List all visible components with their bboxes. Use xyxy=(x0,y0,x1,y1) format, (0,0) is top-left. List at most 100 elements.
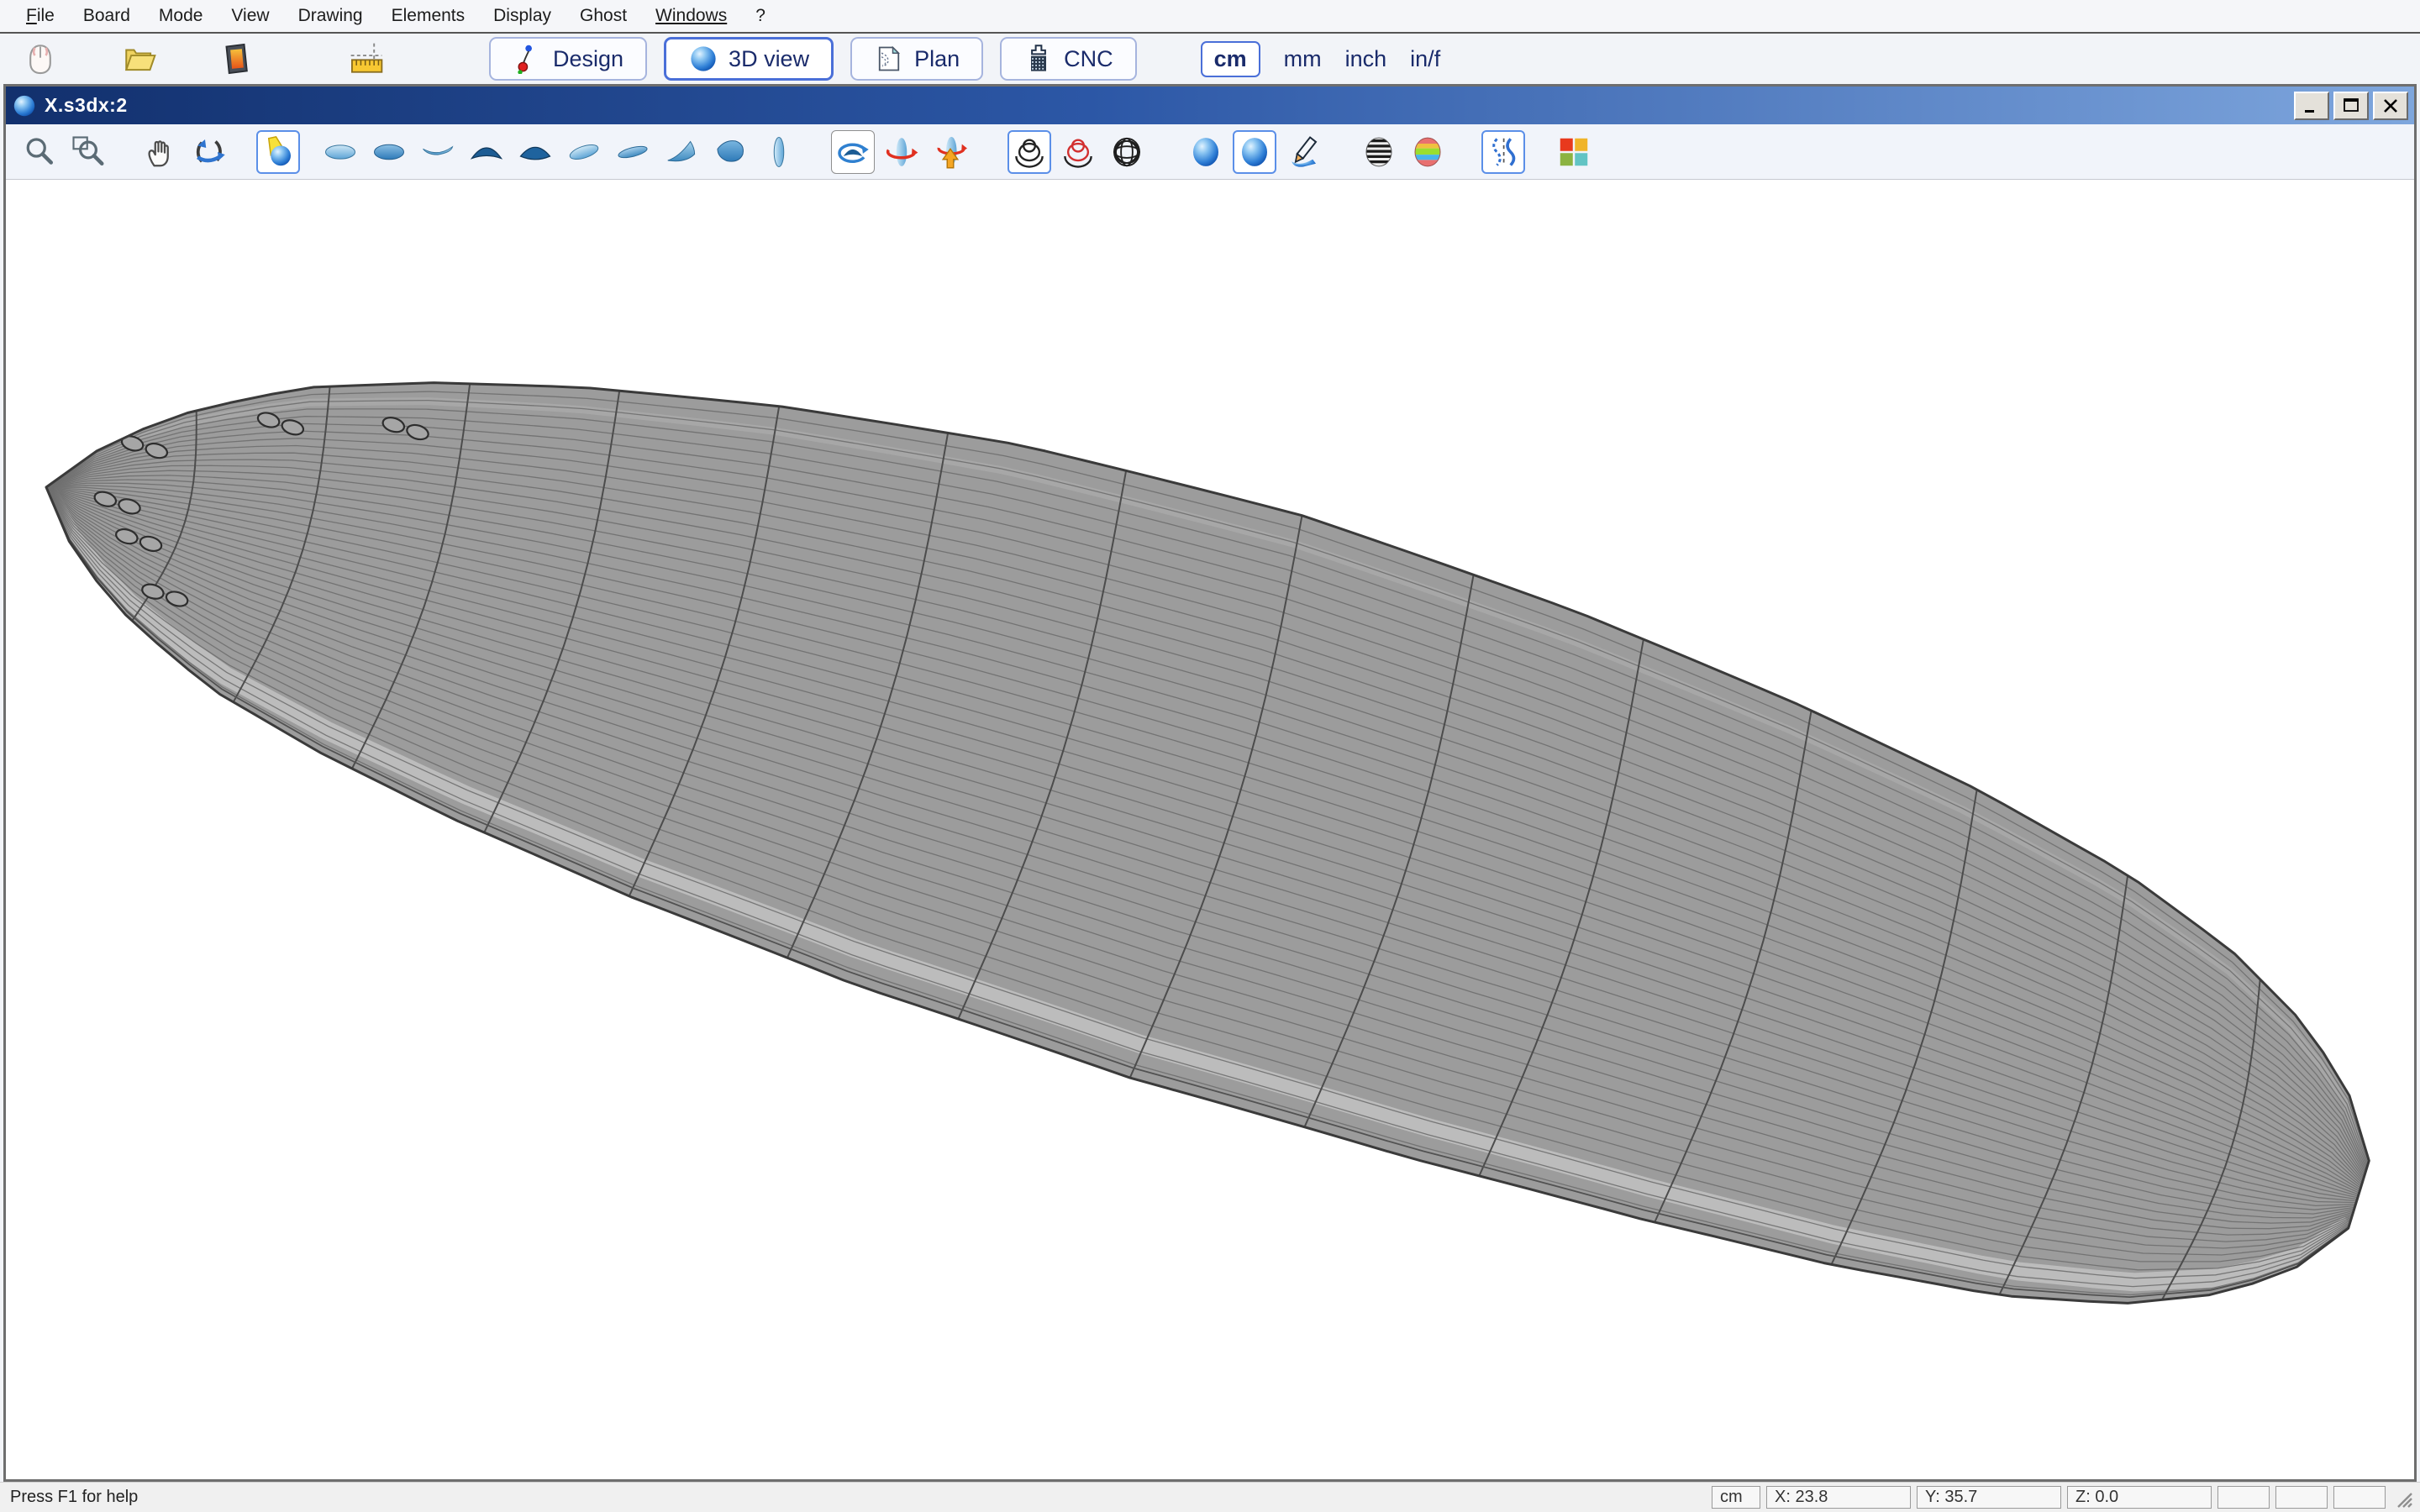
color-palette-button[interactable] xyxy=(1552,130,1596,174)
menu-elements[interactable]: Elements xyxy=(377,6,480,26)
status-x-coordinate: X: 23.8 xyxy=(1766,1486,1911,1509)
open-folder-icon xyxy=(122,41,157,76)
unit-in-f-button[interactable]: in/f xyxy=(1410,46,1440,72)
save-button[interactable] xyxy=(212,38,259,80)
view-section-front-icon xyxy=(470,135,503,169)
window-title: X.s3dx:2 xyxy=(45,94,128,117)
contour-lines-red-button[interactable] xyxy=(1056,130,1100,174)
view-bottom-button[interactable] xyxy=(367,130,411,174)
unit-mm-button[interactable]: mm xyxy=(1284,46,1322,72)
zoom-button[interactable] xyxy=(18,130,61,174)
menu-bar: FileBoardModeViewDrawingElementsDisplayG… xyxy=(0,0,2420,34)
view-deck-icon xyxy=(324,135,357,169)
curvature-map-button[interactable] xyxy=(1406,130,1449,174)
rotate-flip-icon xyxy=(836,135,870,169)
light-render-button[interactable] xyxy=(256,130,300,174)
board-3d-viewport[interactable] xyxy=(6,180,2414,1479)
menu-ghost[interactable]: Ghost xyxy=(566,6,641,26)
plan-document-icon xyxy=(874,44,904,74)
window-minimize-button[interactable] xyxy=(2294,92,2329,120)
view-section-front-button[interactable] xyxy=(465,130,508,174)
menu-display[interactable]: Display xyxy=(479,6,566,26)
view-rocker-icon xyxy=(421,135,455,169)
zoom-window-icon xyxy=(71,135,105,169)
mouse-tool-icon xyxy=(23,41,58,76)
render-sphere-icon xyxy=(1189,135,1223,169)
wireframe-sphere-button[interactable] xyxy=(1105,130,1149,174)
mouse-tool-button[interactable] xyxy=(17,38,64,80)
rotate-horizontal-icon xyxy=(885,135,918,169)
zebra-stripes-button[interactable] xyxy=(1357,130,1401,174)
view-rocker-button[interactable] xyxy=(416,130,460,174)
plan-button[interactable]: Plan xyxy=(850,37,983,81)
view-perspective-deck-icon xyxy=(567,135,601,169)
open-folder-button[interactable] xyxy=(116,38,163,80)
rotate-vertical-icon xyxy=(934,135,967,169)
status-z-coordinate: Z: 0.0 xyxy=(2067,1486,2212,1509)
view-outline-icon xyxy=(762,135,796,169)
save-icon xyxy=(218,41,253,76)
cnc-button[interactable]: CNC xyxy=(1000,37,1137,81)
board-model xyxy=(46,383,2369,1304)
symmetry-button[interactable] xyxy=(1481,130,1525,174)
view-perspective-bottom-button[interactable] xyxy=(611,130,655,174)
view-quarter-front-button[interactable] xyxy=(660,130,703,174)
menu-mode[interactable]: Mode xyxy=(145,6,218,26)
unit-inch-button[interactable]: inch xyxy=(1345,46,1387,72)
rotate-horizontal-button[interactable] xyxy=(880,130,923,174)
contour-lines-icon xyxy=(1013,135,1046,169)
status-empty-slot xyxy=(2275,1486,2328,1509)
resize-grip[interactable] xyxy=(2391,1487,2413,1509)
status-bar: Press F1 for help cmX: 23.8Y: 35.7Z: 0.0 xyxy=(0,1482,2420,1512)
edit-pencil-button[interactable] xyxy=(1281,130,1325,174)
maximize-icon xyxy=(2341,97,2361,115)
curvature-map-icon xyxy=(1411,135,1444,169)
document-window: X.s3dx:2 xyxy=(3,84,2417,1482)
view-bottom-icon xyxy=(372,135,406,169)
mode-button-label: CNC xyxy=(1064,46,1113,72)
render-sphere-button[interactable] xyxy=(1184,130,1228,174)
unit-cm-button[interactable]: cm xyxy=(1201,41,1260,77)
rotate-vertical-button[interactable] xyxy=(929,130,972,174)
status-empty-slot xyxy=(2333,1486,2386,1509)
view-section-back-button[interactable] xyxy=(513,130,557,174)
view-toolbar xyxy=(6,124,2414,180)
view-deck-button[interactable] xyxy=(318,130,362,174)
mode-button-label: 3D view xyxy=(729,46,809,72)
zoom-icon xyxy=(23,135,56,169)
orbit-rotate-button[interactable] xyxy=(187,130,231,174)
window-maximize-button[interactable] xyxy=(2333,92,2369,120)
menu-drawing[interactable]: Drawing xyxy=(284,6,377,26)
sphere-icon xyxy=(688,44,718,74)
menu-file[interactable]: File xyxy=(12,6,69,26)
zoom-window-button[interactable] xyxy=(66,130,110,174)
close-icon xyxy=(2381,97,2401,115)
minimize-icon xyxy=(2302,97,2322,115)
pan-hand-icon xyxy=(144,135,177,169)
menu-view[interactable]: View xyxy=(217,6,283,26)
contour-lines-button[interactable] xyxy=(1007,130,1051,174)
window-close-button[interactable] xyxy=(2373,92,2408,120)
view-perspective-bottom-icon xyxy=(616,135,650,169)
measure-ruler-button[interactable] xyxy=(343,38,390,80)
zebra-stripes-icon xyxy=(1362,135,1396,169)
render-sphere-smooth-button[interactable] xyxy=(1233,130,1276,174)
view-outline-button[interactable] xyxy=(757,130,801,174)
menu-[interactable]: ? xyxy=(741,6,780,26)
menu-windows[interactable]: Windows xyxy=(641,6,741,26)
menu-board[interactable]: Board xyxy=(69,6,145,26)
main-toolbar: Design 3D view Plan CNC cmmminch in/f xyxy=(0,35,2420,82)
orbit-rotate-icon xyxy=(192,135,226,169)
view-quarter-back-icon xyxy=(713,135,747,169)
view-quarter-back-button[interactable] xyxy=(708,130,752,174)
design-button[interactable]: Design xyxy=(489,37,647,81)
view-perspective-deck-button[interactable] xyxy=(562,130,606,174)
rotate-flip-button[interactable] xyxy=(831,130,875,174)
window-titlebar[interactable]: X.s3dx:2 xyxy=(6,87,2414,124)
3d-view-button[interactable]: 3D view xyxy=(664,37,834,81)
edit-pencil-icon xyxy=(1286,135,1320,169)
cnc-mill-icon xyxy=(1023,44,1054,74)
file-tools-group xyxy=(0,38,390,80)
view-section-back-icon xyxy=(518,135,552,169)
pan-hand-button[interactable] xyxy=(139,130,182,174)
